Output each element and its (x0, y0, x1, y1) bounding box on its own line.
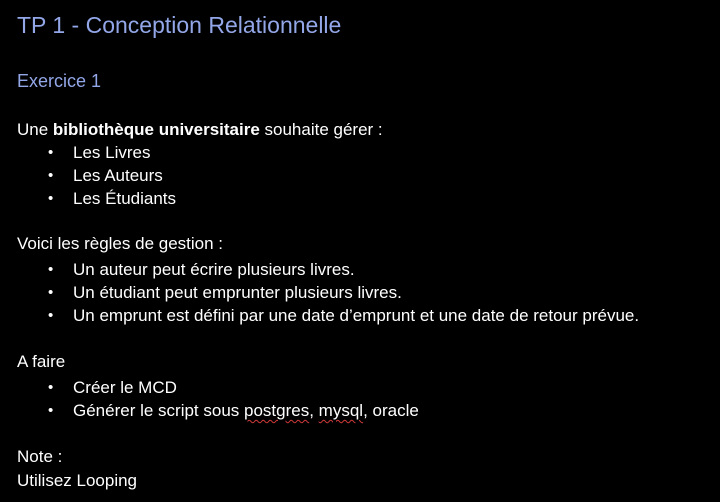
list-item-text: Un emprunt est défini par une date d’emp… (73, 306, 640, 325)
todo-text-after: , oracle (363, 401, 419, 420)
bullet-icon: • (48, 402, 54, 419)
list-item: • Les Auteurs (17, 164, 176, 187)
list-item: • Un auteur peut écrire plusieurs livres. (17, 258, 639, 281)
exercise-heading: Exercice 1 (17, 71, 102, 91)
list-item: • Créer le MCD (17, 376, 419, 399)
list-item-text: Générer le script sous postgres, mysql, … (73, 401, 419, 420)
todo-text-before: Générer le script sous (73, 401, 245, 420)
note-heading: Note : (17, 447, 63, 466)
list-item-text: Créer le MCD (73, 378, 177, 397)
list-item: • Les Étudiants (17, 187, 176, 210)
list-item-text: Les Auteurs (73, 166, 163, 185)
bullet-icon: • (48, 307, 54, 324)
intro-suffix: souhaite gérer : (259, 120, 383, 139)
intro-bold-text: bibliothèque universitaire (52, 120, 260, 139)
bullet-icon: • (48, 261, 54, 278)
rules-heading: Voici les règles de gestion : (17, 234, 224, 253)
bullet-icon: • (48, 190, 54, 207)
list-item-text: Un étudiant peut emprunter plusieurs liv… (73, 283, 402, 302)
list-item-text: Les Livres (73, 143, 151, 162)
bullet-icon: • (48, 167, 54, 184)
list-item-text: Un auteur peut écrire plusieurs livres. (73, 260, 355, 279)
todo-list: • Créer le MCD • Générer le script sous po… (17, 376, 419, 422)
list-item: • Les Livres (17, 141, 176, 164)
todo-heading: A faire (17, 352, 66, 371)
bullet-icon: • (48, 144, 54, 161)
list-item: • Un emprunt est défini par une date d’em… (17, 304, 639, 327)
bullet-icon: • (48, 379, 54, 396)
intro-paragraph: Une bibliothèque universitaire souhaite … (17, 120, 383, 140)
intro-prefix: Une (17, 120, 53, 139)
list-item-text: Les Étudiants (73, 189, 177, 208)
rules-list: • Un auteur peut écrire plusieurs livres.… (17, 258, 639, 327)
entities-list: • Les Livres • Les Auteurs • Les Étudiants (17, 141, 176, 210)
note-text: Utilisez Looping (17, 471, 138, 490)
todo-separator: , (309, 401, 319, 420)
spellcheck-word-postgres[interactable]: postgres (244, 401, 309, 420)
bullet-icon: • (48, 284, 54, 301)
list-item: • Générer le script sous postgres, mysql,… (17, 399, 419, 422)
document-title: TP 1 - Conception Relationnelle (17, 12, 342, 38)
list-item: • Un étudiant peut emprunter plusieurs li… (17, 281, 639, 304)
spellcheck-word-mysql[interactable]: mysql (319, 401, 363, 420)
